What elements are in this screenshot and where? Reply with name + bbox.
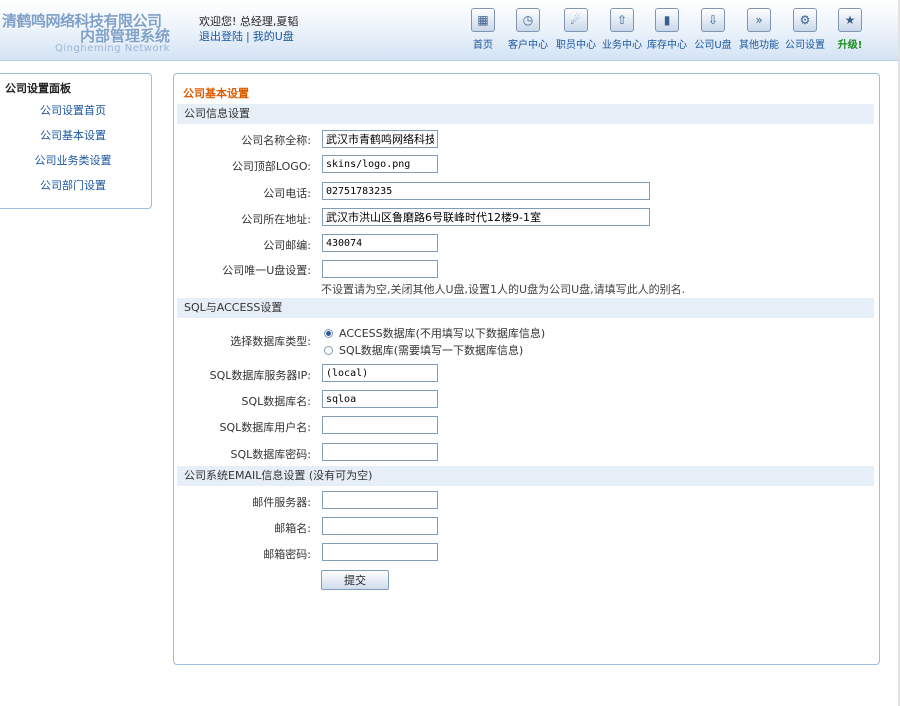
nav-staff-label: 职员中心 (556, 40, 596, 51)
nav-other-functions[interactable]: » 其他功能 (738, 8, 780, 51)
sql-db-name-input[interactable] (322, 390, 438, 408)
customer-icon: ◷ (516, 8, 540, 32)
mail-name-input[interactable] (322, 517, 438, 535)
company-name-label: 公司名称全称: (241, 134, 311, 147)
nav-business-label: 业务中心 (602, 40, 642, 51)
db-option-access[interactable]: ACCESS数据库(不用填写以下数据库信息) (324, 325, 545, 341)
sql-db-name-label: SQL数据库名: (241, 395, 311, 408)
section-company-info: 公司信息设置 (177, 104, 874, 124)
nav-inventory-center[interactable]: ▮ 库存中心 (646, 8, 688, 51)
inventory-icon: ▮ (655, 8, 679, 32)
mail-name-label: 邮箱名: (274, 522, 311, 535)
my-disk-link[interactable]: 我的U盘 (253, 30, 294, 43)
nav-company-disk[interactable]: ⇩ 公司U盘 (693, 8, 733, 51)
access-option-label: ACCESS数据库(不用填写以下数据库信息) (339, 327, 546, 340)
company-name-input[interactable] (322, 130, 438, 148)
unique-disk-input[interactable] (322, 260, 438, 278)
home-icon: ▦ (471, 8, 495, 32)
company-logo: 清鹤鸣网络科技有限公司 内部管理系统 Qingheming Network (2, 10, 170, 58)
sql-password-input[interactable] (322, 443, 438, 461)
sql-server-ip-label: SQL数据库服务器IP: (209, 369, 311, 382)
sql-user-input[interactable] (322, 416, 438, 434)
logout-link[interactable]: 退出登陆 (199, 30, 243, 43)
db-option-sql[interactable]: SQL数据库(需要填写一下数据库信息) (324, 342, 523, 358)
link-separator: | (246, 30, 250, 43)
sidebar-title: 公司设置面板 (5, 82, 71, 95)
staff-icon: ☄ (564, 8, 588, 32)
sidebar-item-business-settings[interactable]: 公司业务类设置 (0, 152, 151, 168)
nav-other-label: 其他功能 (739, 40, 779, 51)
logo-english-name: Qingheming Network (55, 43, 170, 54)
top-logo-label: 公司顶部LOGO: (231, 160, 311, 173)
welcome-text: 欢迎您! 总经理,夏韬 (199, 15, 299, 28)
nav-staff-center[interactable]: ☄ 职员中心 (555, 8, 597, 51)
sql-radio[interactable] (324, 345, 333, 355)
nav-upgrade[interactable]: ★ 升级! (836, 8, 864, 51)
db-type-label: 选择数据库类型: (230, 335, 311, 348)
submit-button[interactable]: 提交 (321, 570, 389, 590)
sql-server-ip-input[interactable] (322, 364, 438, 382)
mail-server-input[interactable] (322, 491, 438, 509)
top-logo-input[interactable] (322, 155, 438, 173)
phone-label: 公司电话: (263, 187, 311, 200)
postcode-input[interactable] (322, 234, 438, 252)
settings-icon: ⚙ (793, 8, 817, 32)
nav-disk-label: 公司U盘 (694, 40, 732, 51)
sidebar-item-department-settings[interactable]: 公司部门设置 (0, 177, 151, 193)
address-label: 公司所在地址: (241, 213, 311, 226)
nav-customer-label: 客户中心 (508, 40, 548, 51)
mail-server-label: 邮件服务器: (252, 496, 311, 509)
sql-option-label: SQL数据库(需要填写一下数据库信息) (339, 344, 524, 357)
mail-password-label: 邮箱密码: (263, 548, 311, 561)
nav-customer-center[interactable]: ◷ 客户中心 (507, 8, 549, 51)
settings-form-panel: 公司基本设置 公司信息设置 公司名称全称: 公司顶部LOGO: 公司电话: 公司… (173, 73, 880, 665)
unique-disk-label: 公司唯一U盘设置: (222, 264, 311, 277)
sidebar-item-basic-settings[interactable]: 公司基本设置 (0, 127, 151, 143)
unique-disk-hint: 不设置请为空,关闭其他人U盘,设置1人的U盘为公司U盘,请填写此人的别名. (321, 283, 686, 296)
top-header: 清鹤鸣网络科技有限公司 内部管理系统 Qingheming Network 欢迎… (0, 0, 900, 61)
sql-password-label: SQL数据库密码: (230, 448, 311, 461)
welcome-area: 欢迎您! 总经理,夏韬 退出登陆 | 我的U盘 (199, 14, 298, 44)
phone-input[interactable] (322, 182, 650, 200)
section-sql-access: SQL与ACCESS设置 (177, 298, 874, 318)
section-email: 公司系统EMAIL信息设置 (没有可为空) (177, 466, 874, 486)
disk-icon: ⇩ (701, 8, 725, 32)
nav-upgrade-label: 升级! (837, 40, 863, 51)
page-title: 公司基本设置 (183, 87, 249, 100)
nav-home[interactable]: ▦ 首页 (470, 8, 496, 51)
business-icon: ⇧ (610, 8, 634, 32)
settings-sidebar: 公司设置面板 公司设置首页 公司基本设置 公司业务类设置 公司部门设置 (0, 73, 152, 209)
access-radio[interactable] (324, 328, 333, 338)
more-icon: » (747, 8, 771, 32)
nav-inventory-label: 库存中心 (647, 40, 687, 51)
sidebar-item-settings-home[interactable]: 公司设置首页 (0, 102, 151, 118)
mail-password-input[interactable] (322, 543, 438, 561)
upgrade-icon: ★ (838, 8, 862, 32)
nav-business-center[interactable]: ⇧ 业务中心 (601, 8, 643, 51)
sql-user-label: SQL数据库用户名: (219, 421, 311, 434)
postcode-label: 公司邮编: (263, 239, 311, 252)
address-input[interactable] (322, 208, 650, 226)
nav-settings-label: 公司设置 (785, 40, 825, 51)
nav-company-settings[interactable]: ⚙ 公司设置 (784, 8, 826, 51)
nav-home-label: 首页 (473, 40, 493, 51)
